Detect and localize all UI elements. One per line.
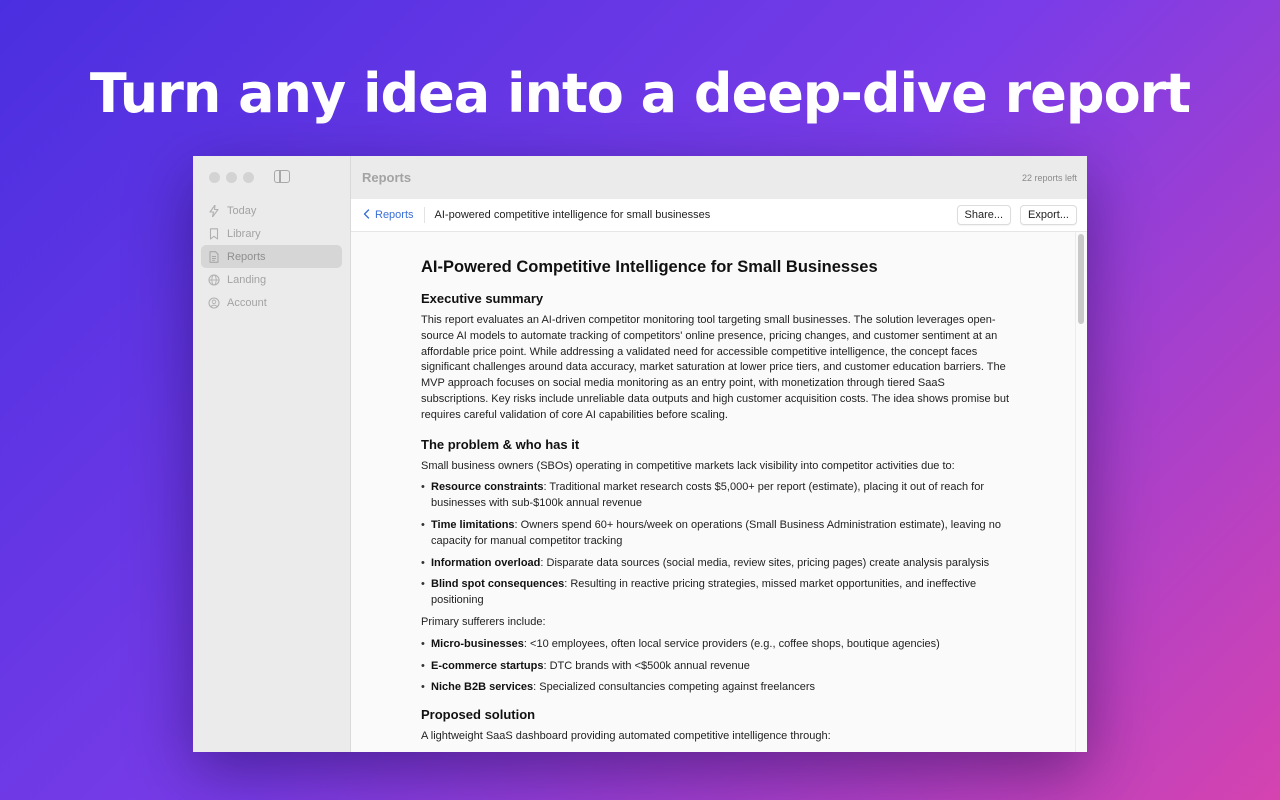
list-item-term: Micro-businesses <box>431 637 524 650</box>
sidebar-item-label: Landing <box>227 273 267 286</box>
list-item: Micro-businesses: <10 employees, often l… <box>421 637 1011 653</box>
minimize-window-button[interactable] <box>226 172 237 183</box>
list-item-text: : <10 employees, often local service pro… <box>523 637 940 650</box>
sidebar-item-label: Reports <box>227 250 266 263</box>
report-document: AI-Powered Competitive Intelligence for … <box>421 257 1011 752</box>
sidebar-item-label: Library <box>227 227 261 240</box>
section-heading-summary: Executive summary <box>421 291 544 306</box>
sidebar-item-account[interactable]: Account <box>201 291 342 314</box>
report-title: AI-Powered Competitive Intelligence for … <box>421 258 878 276</box>
app-window: Today Library Reports Landing Account Re… <box>193 156 1087 752</box>
list-item-text: : Disparate data sources (social media, … <box>540 556 990 569</box>
share-button[interactable]: Share... <box>956 205 1012 225</box>
list-item-term: Time limitations <box>431 518 515 531</box>
sidebar-item-today[interactable]: Today <box>201 199 342 222</box>
list-item: E-commerce startups: DTC brands with <$5… <box>421 659 1011 675</box>
back-button-label: Reports <box>375 209 414 221</box>
back-button[interactable]: Reports <box>363 207 425 223</box>
scrollbar-thumb[interactable] <box>1078 234 1084 324</box>
summary-paragraph: This report evaluates an AI-driven compe… <box>421 314 1010 421</box>
section-heading-problem: The problem & who has it <box>421 436 580 452</box>
bolt-icon <box>208 204 220 217</box>
report-content: AI-Powered Competitive Intelligence for … <box>351 232 1087 752</box>
sidebar: Today Library Reports Landing Account <box>193 156 351 752</box>
list-item: Time limitations: Owners spend 60+ hours… <box>421 518 1011 550</box>
sidebar-item-reports[interactable]: Reports <box>201 245 342 268</box>
titlebar: Reports 22 reports left <box>351 156 1087 199</box>
list-item-term: Information overload <box>431 556 541 569</box>
person-circle-icon <box>208 296 220 309</box>
list-item: Blind spot consequences: Resulting in re… <box>421 577 1011 609</box>
list-item-text: : Specialized consultancies competing ag… <box>533 681 816 694</box>
globe-icon <box>208 273 220 286</box>
bookmark-icon <box>208 227 220 240</box>
sidebar-nav: Today Library Reports Landing Account <box>201 199 342 314</box>
main-pane: Reports 22 reports left Reports AI-power… <box>351 156 1087 752</box>
problem-intro: Small business owners (SBOs) operating i… <box>421 459 955 472</box>
document-icon <box>208 250 220 263</box>
close-window-button[interactable] <box>209 172 220 183</box>
window-controls <box>209 172 254 183</box>
export-button[interactable]: Export... <box>1020 205 1077 225</box>
list-item: Resource constraints: Traditional market… <box>421 480 1011 512</box>
sidebar-item-landing[interactable]: Landing <box>201 268 342 291</box>
sidebar-item-label: Today <box>227 204 257 217</box>
sufferers-intro: Primary sufferers include: <box>421 615 546 628</box>
list-item-text: : DTC brands with <$500k annual revenue <box>543 659 750 672</box>
list-item-term: Niche B2B services <box>431 681 534 694</box>
list-item: Information overload: Disparate data sou… <box>421 556 1011 572</box>
reports-left-count: 22 reports left <box>1021 172 1077 183</box>
sidebar-item-label: Account <box>227 296 267 309</box>
list-item-term: Resource constraints <box>431 481 544 494</box>
breadcrumb: AI-powered competitive intelligence for … <box>434 209 711 221</box>
scrollbar-track[interactable] <box>1075 232 1087 752</box>
sufferers-list: Micro-businesses: <10 employees, often l… <box>421 637 1011 696</box>
list-item: Niche B2B services: Specialized consulta… <box>421 680 1011 696</box>
toolbar: Reports AI-powered competitive intellige… <box>351 199 1087 232</box>
chevron-left-icon <box>363 208 370 222</box>
solution-intro: A lightweight SaaS dashboard providing a… <box>421 730 831 743</box>
sidebar-item-library[interactable]: Library <box>201 222 342 245</box>
list-item-term: Blind spot consequences <box>431 578 565 591</box>
list-item-term: E-commerce startups <box>431 659 544 672</box>
problem-list: Resource constraints: Traditional market… <box>421 480 1011 609</box>
hero-headline: Turn any idea into a deep-dive report <box>89 62 1191 125</box>
zoom-window-button[interactable] <box>243 172 254 183</box>
page-title: Reports <box>362 170 412 185</box>
sidebar-toggle-icon[interactable] <box>274 170 290 183</box>
section-heading-solution: Proposed solution <box>421 707 536 723</box>
list-item-text: : Owners spend 60+ hours/week on operati… <box>431 518 1001 547</box>
